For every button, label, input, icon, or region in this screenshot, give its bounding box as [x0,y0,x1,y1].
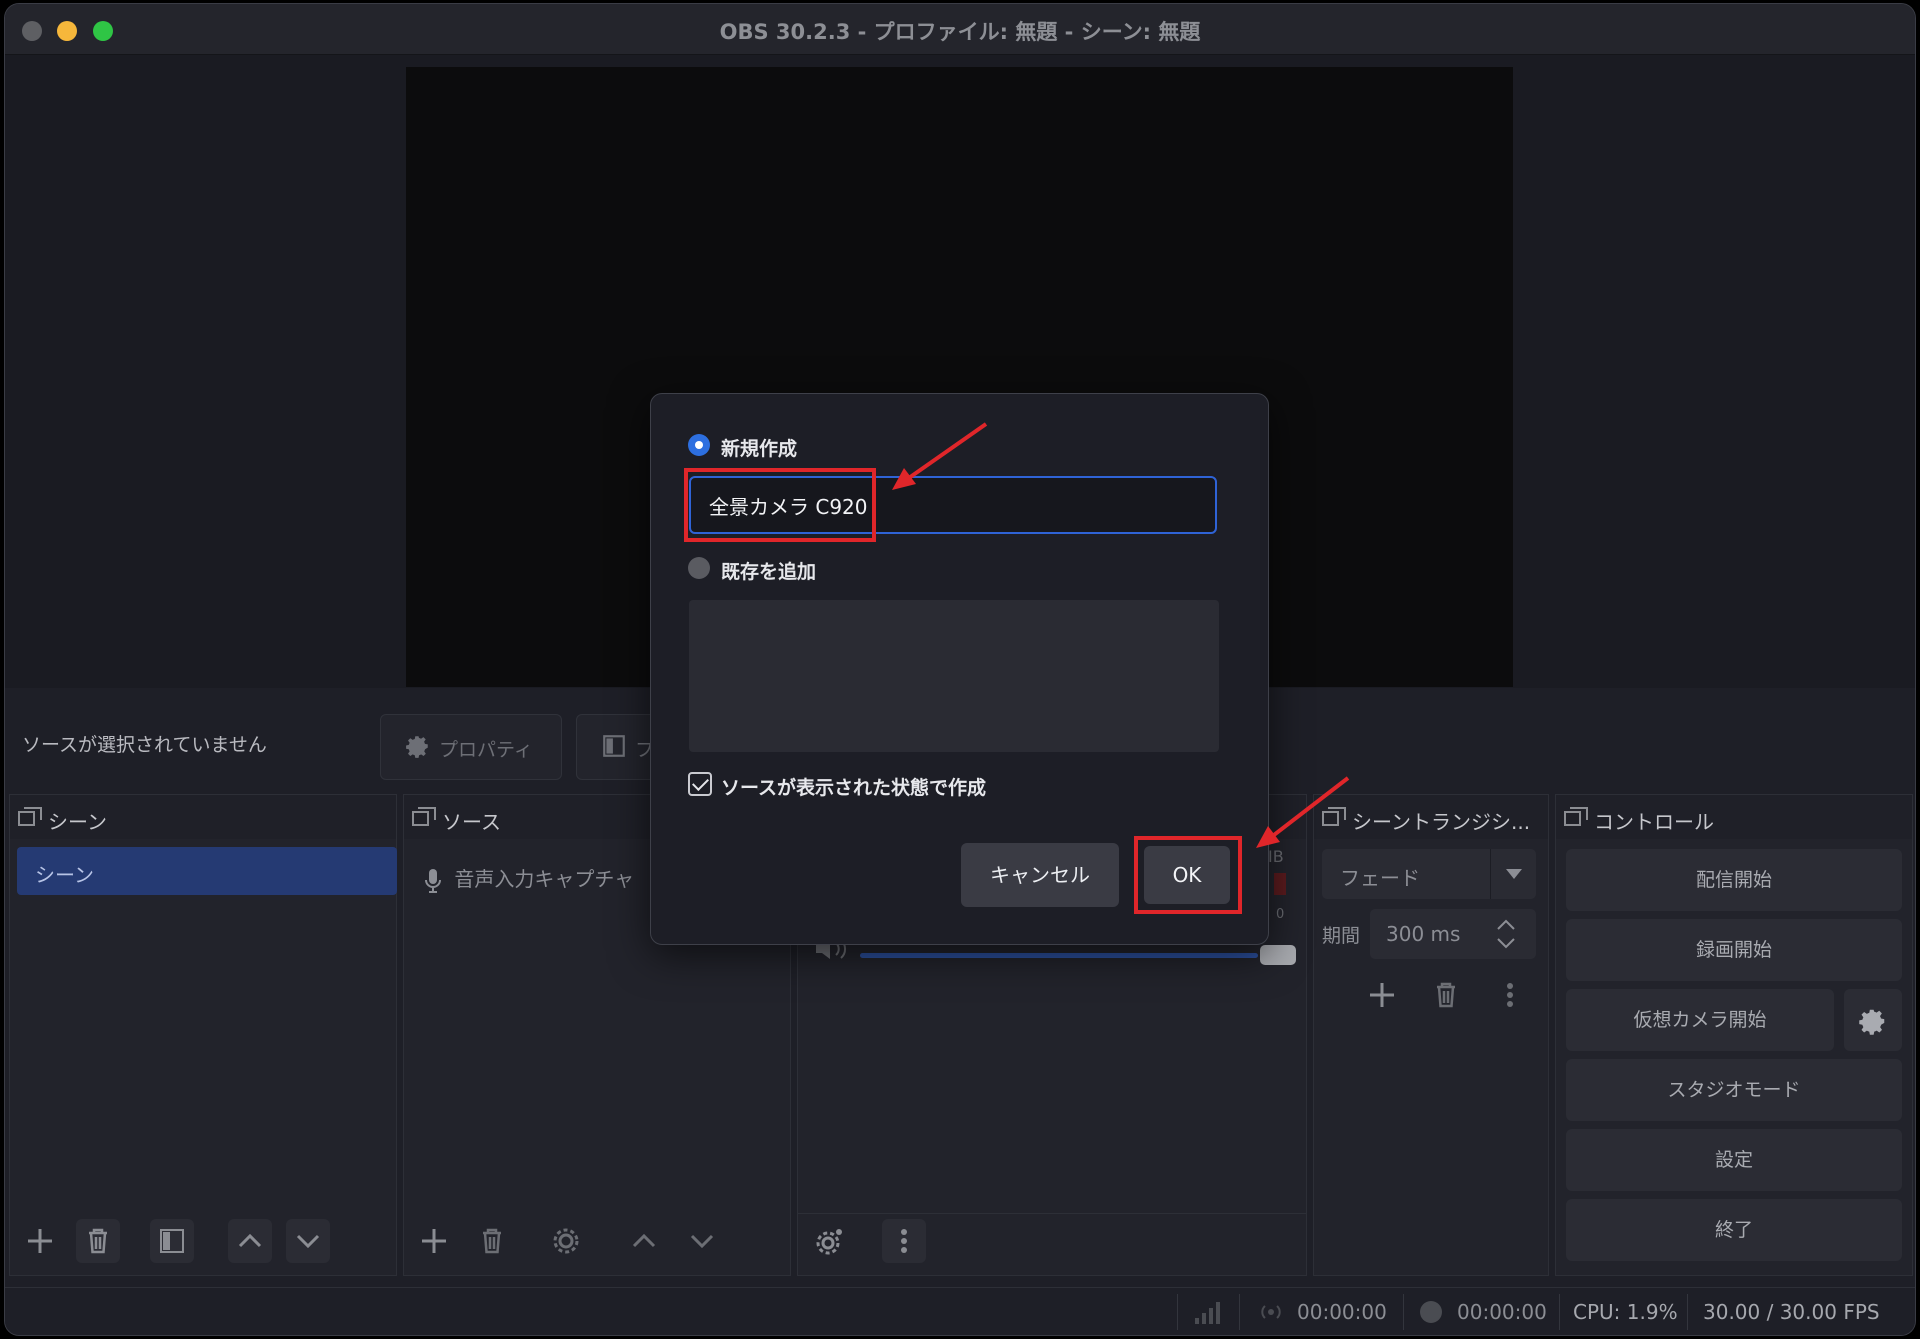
transition-select-value: フェード [1340,866,1420,890]
chevron-down-icon [1506,869,1522,879]
meter-zero-label: 0 [1276,907,1285,922]
remove-source-button[interactable] [470,1219,514,1263]
dock-icon [1322,807,1346,826]
transitions-dock-header: シーントランジシ... [1314,795,1548,839]
add-transition-button[interactable] [1360,973,1404,1017]
duration-stepper[interactable]: 300 ms [1370,909,1536,959]
virtual-camera-settings-button[interactable] [1844,989,1902,1051]
add-existing-label: 既存を追加 [721,561,817,583]
broadcast-icon [1261,1305,1281,1319]
trash-icon [89,1228,107,1254]
chevron-down-icon [690,1234,714,1249]
source-list-item[interactable]: 音声入力キャプチャ [424,863,634,894]
sources-toolbar [404,1209,790,1275]
source-item-label: 音声入力キャプチャ [454,867,635,891]
scenes-toolbar [10,1209,396,1275]
move-source-down-button[interactable] [680,1219,724,1263]
stream-timer: 00:00:00 [1297,1300,1387,1324]
move-source-up-button[interactable] [622,1219,666,1263]
exit-button[interactable]: 終了 [1566,1199,1902,1261]
start-streaming-button[interactable]: 配信開始 [1566,849,1902,911]
controls-dock-title: コントロール [1594,810,1714,834]
studio-mode-button[interactable]: スタジオモード [1566,1059,1902,1121]
mixer-menu-button[interactable] [882,1219,926,1263]
more-vertical-icon [1507,983,1513,1007]
record-icon [1420,1301,1442,1323]
add-existing-radio[interactable] [688,557,710,579]
properties-button[interactable]: プロパティ [380,714,562,780]
settings-button[interactable]: 設定 [1566,1129,1902,1191]
scenes-dock-header: シーン [10,795,396,839]
add-source-button[interactable] [412,1219,456,1263]
meter-db-label: IB [1268,847,1284,866]
remove-scene-button[interactable] [76,1219,120,1263]
plus-icon [422,1229,446,1253]
make-visible-checkbox[interactable] [688,772,712,796]
add-source-dialog: 新規作成 既存を追加 ソースが表示された状態で作成 キャンセル OK [650,393,1269,945]
scenes-dock: シーン シーン [9,794,397,1276]
sources-dock-title: ソース [442,810,501,834]
volume-slider-handle[interactable] [1260,945,1296,965]
plus-icon [1370,983,1394,1007]
chevron-up-icon [238,1233,262,1248]
microphone-icon [425,868,441,893]
add-scene-button[interactable] [18,1219,62,1263]
gear-icon [406,736,428,758]
cpu-usage: CPU: 1.9% [1573,1300,1678,1324]
cancel-button[interactable]: キャンセル [961,843,1119,907]
mixer-toolbar [798,1209,1306,1275]
filter-icon [160,1229,184,1253]
controls-dock-header: コントロール [1556,795,1912,839]
plus-icon [28,1229,52,1253]
no-source-selected-text: ソースが選択されていません [22,734,267,756]
scene-transitions-dock: シーントランジシ... フェード 期間 300 ms [1313,794,1549,1276]
duration-label: 期間 [1322,925,1361,947]
scene-filters-button[interactable] [150,1219,194,1263]
create-new-label: 新規作成 [721,438,798,460]
window-title: OBS 30.2.3 - プロファイル: 無題 - シーン: 無題 [719,20,1201,44]
trash-icon [483,1228,501,1254]
start-virtual-camera-button[interactable]: 仮想カメラ開始 [1566,989,1834,1051]
chevron-down-icon [296,1234,320,1249]
chevron-up-icon [632,1233,656,1248]
volume-slider-track[interactable] [860,953,1258,958]
stepper-arrows-icon [1497,919,1515,949]
filter-icon [603,735,625,757]
create-new-radio[interactable] [688,434,710,456]
dock-icon [1564,807,1588,826]
remove-transition-button[interactable] [1424,973,1468,1017]
start-recording-button[interactable]: 録画開始 [1566,919,1902,981]
more-vertical-icon [901,1229,907,1253]
existing-sources-list[interactable] [689,600,1219,752]
source-name-input[interactable] [689,476,1217,534]
controls-dock: コントロール 配信開始 録画開始 仮想カメラ開始 スタジオモード 設定 終了 [1555,794,1913,1276]
transition-menu-button[interactable] [1488,973,1532,1017]
signal-bars-icon [1195,1302,1220,1324]
audio-meter [1274,873,1286,895]
properties-label: プロパティ [439,739,533,761]
fps-readout: 30.00 / 30.00 FPS [1703,1300,1880,1324]
duration-value: 300 ms [1386,922,1461,946]
gear-icon [1859,1009,1885,1035]
scene-item-label: シーン [35,863,94,887]
move-scene-down-button[interactable] [286,1219,330,1263]
source-properties-button[interactable] [544,1219,588,1263]
title-bar: OBS 30.2.3 - プロファイル: 無題 - シーン: 無題 [5,4,1915,55]
ok-button[interactable]: OK [1144,846,1230,904]
scene-list-item[interactable]: シーン [17,847,397,895]
trash-icon [1437,982,1455,1008]
mixer-settings-button[interactable] [808,1219,852,1263]
transitions-dock-title: シーントランジシ... [1352,810,1531,834]
dock-icon [18,807,42,826]
scenes-dock-title: シーン [48,810,107,834]
make-visible-label: ソースが表示された状態で作成 [721,777,987,799]
gear-icon [816,1229,842,1255]
record-timer: 00:00:00 [1457,1300,1547,1324]
status-bar: 00:00:00 00:00:00 CPU: 1.9% 30.00 / 30.0… [5,1287,1915,1335]
transition-select[interactable]: フェード [1322,849,1536,899]
move-scene-up-button[interactable] [228,1219,272,1263]
dock-icon [412,807,436,826]
gear-icon [553,1228,579,1254]
